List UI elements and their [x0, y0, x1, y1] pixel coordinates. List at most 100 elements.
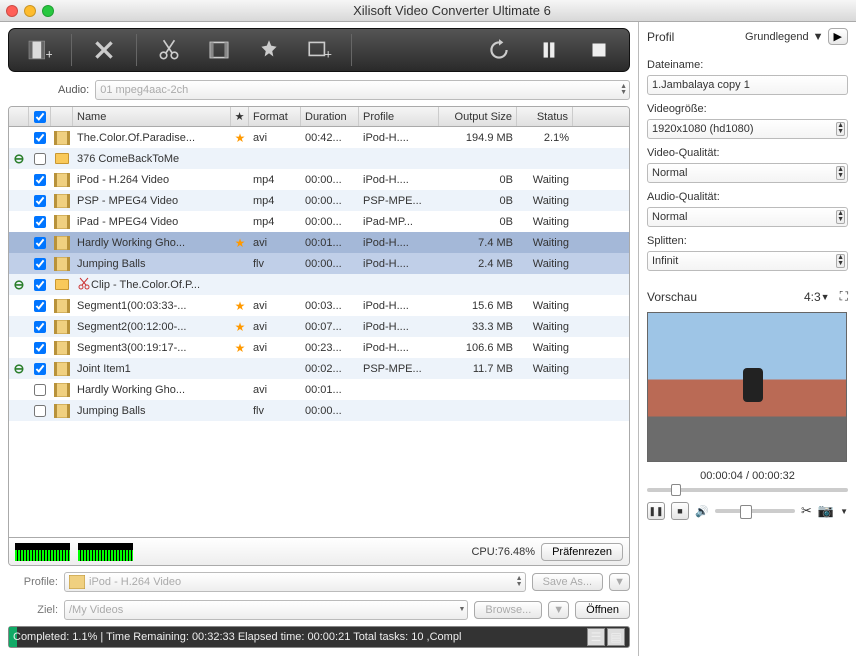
preview-time: 00:00:04 / 00:00:32	[647, 470, 848, 482]
video-quality-select[interactable]: Normal▲▼	[647, 163, 848, 183]
row-checkbox[interactable]	[34, 321, 46, 333]
preview-pause-button[interactable]: ❚❚	[647, 502, 665, 520]
row-checkbox[interactable]	[34, 237, 46, 249]
minimize-icon[interactable]	[24, 5, 36, 17]
table-row[interactable]: ⊖ 376 ComeBackToMe	[9, 148, 629, 169]
merge-button[interactable]: +	[297, 33, 341, 67]
table-row[interactable]: ⊖ Clip - The.Color.Of.P...	[9, 274, 629, 295]
side-panel: Profil Grundlegend ▼ ▶ Dateiname: 1.Jamb…	[638, 22, 856, 656]
row-duration: 00:23...	[301, 337, 359, 358]
audio-quality-select[interactable]: Normal▲▼	[647, 207, 848, 227]
row-checkbox[interactable]	[34, 174, 46, 186]
snapshot-icon[interactable]: ✂	[801, 503, 812, 519]
pause-button[interactable]	[527, 33, 571, 67]
effects-button[interactable]	[247, 33, 291, 67]
browse-button[interactable]: Browse...	[474, 601, 542, 619]
row-format: flv	[249, 400, 301, 421]
col-format[interactable]: Format	[249, 107, 301, 126]
status-list-icon[interactable]: ☰	[587, 628, 605, 646]
row-checkbox[interactable]	[34, 132, 46, 144]
file-table: Name ★ Format Duration Profile Output Si…	[8, 106, 630, 566]
col-status[interactable]: Status	[517, 107, 573, 126]
row-duration: 00:00...	[301, 400, 359, 421]
speaker-icon[interactable]: 🔊	[695, 505, 709, 518]
save-as-button[interactable]: Save As...	[532, 573, 604, 591]
col-profile[interactable]: Profile	[359, 107, 439, 126]
row-profile: iPod-H....	[359, 253, 439, 274]
split-label: Splitten:	[647, 235, 848, 247]
row-checkbox[interactable]	[34, 363, 46, 375]
destination-select[interactable]: /My Videos ▼	[64, 600, 468, 620]
row-checkbox[interactable]	[34, 279, 46, 291]
preferences-button[interactable]: Präfenrezen	[541, 543, 623, 561]
table-row[interactable]: Segment1(00:03:33-...★avi00:03...iPod-H.…	[9, 295, 629, 316]
add-file-button[interactable]: +	[17, 33, 61, 67]
remove-button[interactable]	[82, 33, 126, 67]
row-checkbox[interactable]	[34, 300, 46, 312]
row-name: PSP - MPEG4 Video	[77, 195, 178, 207]
col-output[interactable]: Output Size	[439, 107, 517, 126]
profile-select[interactable]: iPod - H.264 Video ▲▼	[64, 572, 526, 592]
table-row[interactable]: Segment3(00:19:17-...★avi00:23...iPod-H.…	[9, 337, 629, 358]
collapse-icon[interactable]: ⊖	[14, 361, 25, 377]
row-checkbox[interactable]	[34, 405, 46, 417]
collapse-icon[interactable]: ⊖	[14, 277, 25, 293]
preview-scrubber[interactable]	[647, 488, 848, 492]
chevron-down-icon[interactable]: ▼	[840, 507, 848, 516]
row-checkbox[interactable]	[34, 258, 46, 270]
chevron-down-icon[interactable]: ▼	[813, 31, 824, 43]
col-name[interactable]: Name	[73, 107, 231, 126]
zoom-icon[interactable]	[42, 5, 54, 17]
volume-slider[interactable]	[715, 509, 795, 513]
row-duration: 00:03...	[301, 295, 359, 316]
aspect-ratio[interactable]: 4:3	[804, 290, 821, 304]
refresh-button[interactable]	[477, 33, 521, 67]
row-checkbox[interactable]	[34, 384, 46, 396]
row-checkbox[interactable]	[34, 153, 46, 165]
film-icon	[54, 236, 70, 250]
split-select[interactable]: Infinit▲▼	[647, 251, 848, 271]
table-row[interactable]: Segment2(00:12:00-...★avi00:07...iPod-H.…	[9, 316, 629, 337]
row-profile: iPod-H....	[359, 169, 439, 190]
panel-next-button[interactable]: ▶	[828, 28, 848, 45]
table-row[interactable]: Hardly Working Gho...★avi00:01...iPod-H.…	[9, 232, 629, 253]
cpu-graph-icon	[15, 543, 70, 561]
table-row[interactable]: ⊖Joint Item100:02...PSP-MPE...11.7 MBWai…	[9, 358, 629, 379]
row-checkbox[interactable]	[34, 195, 46, 207]
fullscreen-icon[interactable]: ⛶	[840, 289, 848, 304]
status-log-icon[interactable]: ▤	[607, 628, 625, 646]
close-icon[interactable]	[6, 5, 18, 17]
browse-menu-button[interactable]: ▼	[548, 601, 569, 619]
row-name: 376 ComeBackToMe	[77, 153, 179, 165]
table-row[interactable]: Jumping Ballsflv00:00...	[9, 400, 629, 421]
table-row[interactable]: Hardly Working Gho...avi00:01...	[9, 379, 629, 400]
row-status	[517, 400, 573, 421]
preview-stop-button[interactable]: ■	[671, 502, 689, 520]
clip-button[interactable]	[147, 33, 191, 67]
table-row[interactable]: The.Color.Of.Paradise...★avi00:42...iPod…	[9, 127, 629, 148]
filename-field[interactable]: 1.Jambalaya copy 1	[647, 75, 848, 95]
row-checkbox[interactable]	[34, 342, 46, 354]
open-button[interactable]: Öffnen	[575, 601, 630, 619]
panel-basic[interactable]: Grundlegend	[745, 31, 809, 43]
status-text: Completed: 1.1% | Time Remaining: 00:32:…	[13, 631, 585, 643]
audio-select[interactable]: 01 mpeg4aac-2ch ▲▼	[95, 80, 630, 100]
save-as-menu-button[interactable]: ▼	[609, 573, 630, 591]
edit-button[interactable]	[197, 33, 241, 67]
table-row[interactable]: PSP - MPEG4 Videomp400:00...PSP-MPE...0B…	[9, 190, 629, 211]
row-duration: 00:01...	[301, 232, 359, 253]
col-duration[interactable]: Duration	[301, 107, 359, 126]
collapse-icon[interactable]: ⊖	[14, 151, 25, 167]
stop-button[interactable]	[577, 33, 621, 67]
preview-video[interactable]	[647, 312, 847, 462]
select-all-checkbox[interactable]	[34, 111, 46, 123]
table-row[interactable]: Jumping Ballsflv00:00...iPod-H....2.4 MB…	[9, 253, 629, 274]
row-checkbox[interactable]	[34, 216, 46, 228]
table-row[interactable]: iPod - H.264 Videomp400:00...iPod-H....0…	[9, 169, 629, 190]
row-output: 194.9 MB	[439, 127, 517, 148]
table-row[interactable]: iPad - MPEG4 Videomp400:00...iPad-MP...0…	[9, 211, 629, 232]
videosize-select[interactable]: 1920x1080 (hd1080)▲▼	[647, 119, 848, 139]
folder-icon	[55, 279, 69, 290]
chevron-down-icon[interactable]: ▼	[821, 292, 830, 302]
camera-icon[interactable]: 📷	[818, 503, 834, 519]
